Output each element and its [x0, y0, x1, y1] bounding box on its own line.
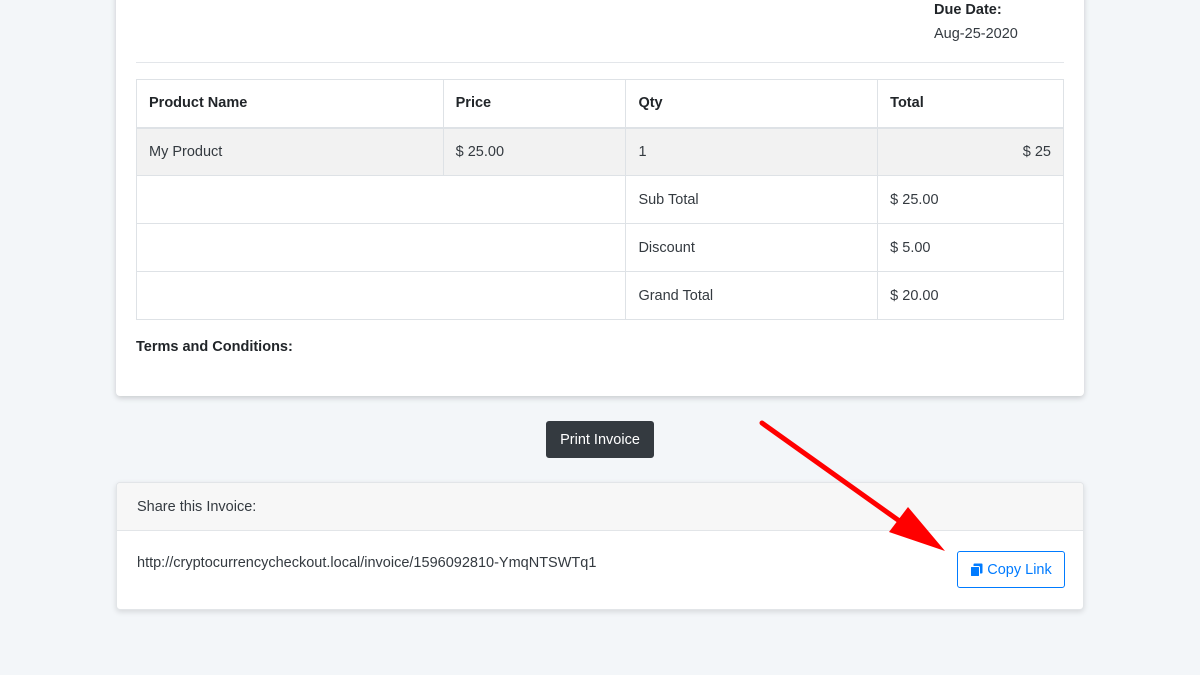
discount-row: Discount $ 5.00: [135, 223, 1064, 272]
share-invoice-header: Share this Invoice:: [117, 483, 1083, 531]
subtotal-label: Sub Total: [625, 175, 879, 224]
header-total: Total: [877, 79, 1064, 129]
print-invoice-button[interactable]: Print Invoice: [546, 421, 654, 458]
due-date-label: Due Date:: [934, 2, 1002, 18]
header-qty: Qty: [625, 79, 879, 129]
discount-label: Discount: [625, 223, 879, 272]
invoice-card: Due Date: Aug-25-2020 Product Name Price…: [116, 0, 1084, 396]
grand-total-row: Grand Total $ 20.00: [135, 271, 1064, 320]
due-date-value: Aug-25-2020: [934, 26, 1018, 42]
share-invoice-card: Share this Invoice: http://cryptocurrenc…: [116, 482, 1084, 610]
empty-cell: [135, 271, 627, 320]
subtotal-value: $ 25.00: [877, 175, 1064, 224]
empty-cell: [135, 175, 627, 224]
table-header-row: Product Name Price Qty Total: [136, 79, 1064, 129]
copy-icon: [970, 563, 983, 577]
product-total-cell: $ 25: [877, 127, 1064, 176]
subtotal-row: Sub Total $ 25.00: [135, 175, 1064, 224]
table-row: My Product $ 25.00 1 $ 25: [136, 127, 1064, 176]
product-name-cell: My Product: [136, 127, 444, 176]
copy-link-label: Copy Link: [987, 561, 1052, 578]
copy-link-button[interactable]: Copy Link: [957, 551, 1065, 588]
due-date-block: Due Date: Aug-25-2020: [934, 2, 1018, 42]
product-qty-cell: 1: [625, 127, 879, 176]
grand-total-value: $ 20.00: [877, 271, 1064, 320]
divider: [136, 62, 1064, 63]
empty-cell: [135, 223, 627, 272]
header-product-name: Product Name: [136, 79, 444, 129]
header-price: Price: [442, 79, 627, 129]
invoice-items-table: Product Name Price Qty Total My Product …: [135, 79, 1064, 320]
terms-and-conditions-label: Terms and Conditions:: [136, 339, 293, 355]
grand-total-label: Grand Total: [625, 271, 879, 320]
product-price-cell: $ 25.00: [442, 127, 627, 176]
invoice-share-url: http://cryptocurrencycheckout.local/invo…: [137, 555, 597, 571]
discount-value: $ 5.00: [877, 223, 1064, 272]
